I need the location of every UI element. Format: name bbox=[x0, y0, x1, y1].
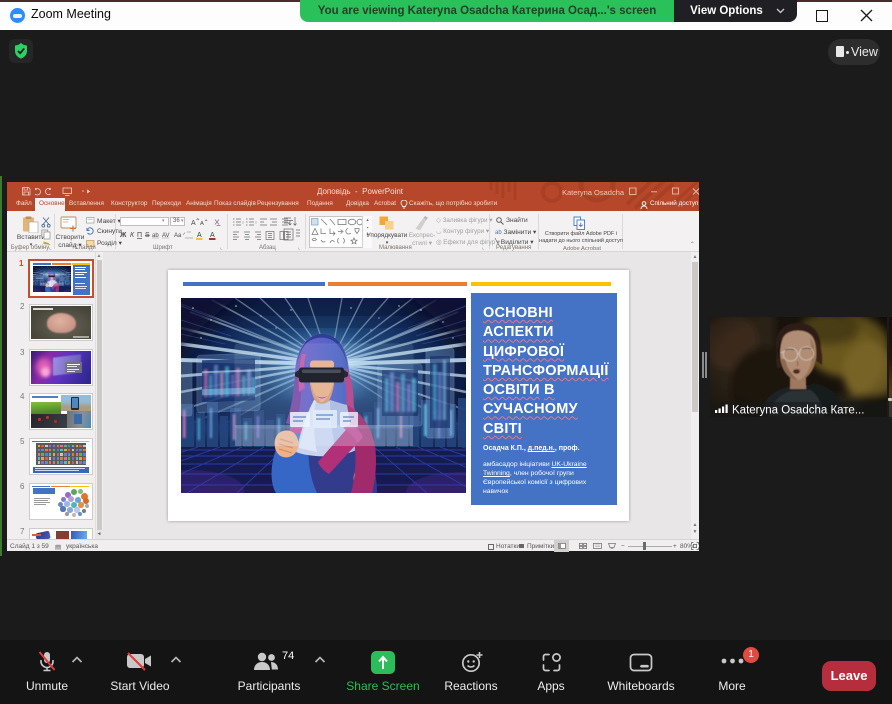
svg-text:Ж: Ж bbox=[119, 232, 127, 239]
svg-text:A: A bbox=[197, 232, 202, 239]
svg-text:A: A bbox=[210, 232, 215, 239]
svg-text:К: К bbox=[130, 232, 135, 239]
svg-text:A: A bbox=[191, 220, 196, 227]
svg-text:S: S bbox=[145, 232, 150, 239]
svg-text:Kateryna Osadcha Кате...: Kateryna Osadcha Кате... bbox=[732, 405, 864, 417]
svg-text:П: П bbox=[137, 232, 142, 239]
svg-text:A: A bbox=[200, 221, 204, 227]
svg-text:Aa: Aa bbox=[174, 233, 182, 239]
